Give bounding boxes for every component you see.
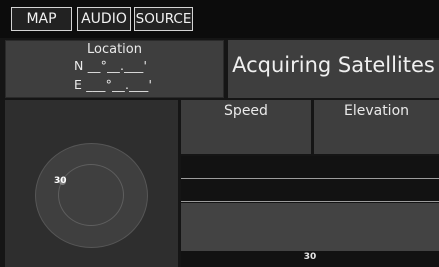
- signal-strength-chart: 30: [181, 156, 439, 267]
- top-tab-bar: MAP AUDIO SOURCE: [0, 0, 439, 38]
- speed-panel: Speed: [181, 100, 311, 154]
- chart-gridline: [181, 178, 439, 179]
- speed-label: Speed: [224, 103, 268, 119]
- tab-audio[interactable]: AUDIO: [77, 7, 131, 31]
- elevation-panel: Elevation: [314, 100, 439, 154]
- tab-source[interactable]: SOURCE: [134, 7, 193, 31]
- gps-status-text: Acquiring Satellites: [232, 53, 435, 77]
- gps-status-panel: Acquiring Satellites: [228, 40, 439, 98]
- chart-gridline: [181, 201, 439, 202]
- longitude-readout: E ___°__.___': [74, 77, 153, 92]
- signal-bar-label: 30: [303, 252, 317, 262]
- tab-map[interactable]: MAP: [11, 7, 72, 31]
- latitude-readout: N __°__.___': [74, 58, 148, 73]
- elevation-label: Elevation: [343, 103, 410, 119]
- location-panel: Location N __°__.___' E ___°__.___': [5, 40, 224, 98]
- signal-bar: [181, 203, 439, 251]
- sky-inner-ring: [58, 164, 124, 226]
- satellite-sky-view: [5, 100, 178, 267]
- sky-outer-ring: [35, 143, 148, 248]
- satellite-id-label: 30: [54, 176, 67, 186]
- location-title: Location: [87, 42, 142, 57]
